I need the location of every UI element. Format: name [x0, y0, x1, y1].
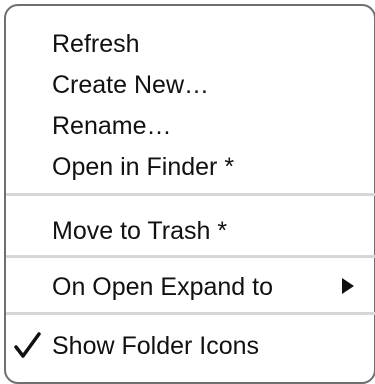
menu-separator [6, 193, 375, 196]
menu-item-rename[interactable]: Rename… [52, 110, 172, 142]
menu-item-create-new[interactable]: Create New… [52, 69, 209, 101]
menu-item-open-in-finder[interactable]: Open in Finder * [52, 151, 234, 183]
menu-item-move-to-trash[interactable]: Move to Trash * [52, 215, 227, 247]
menu-item-show-folder-icons[interactable]: Show Folder Icons [52, 330, 259, 362]
context-menu: Refresh Create New… Rename… Open in Find… [4, 4, 375, 384]
menu-item-on-open-expand-to[interactable]: On Open Expand to [52, 271, 273, 303]
menu-separator [6, 255, 375, 258]
menu-item-refresh[interactable]: Refresh [52, 28, 140, 60]
menu-separator [6, 312, 375, 315]
submenu-arrow-icon [342, 278, 354, 294]
checkmark-icon [14, 332, 41, 358]
